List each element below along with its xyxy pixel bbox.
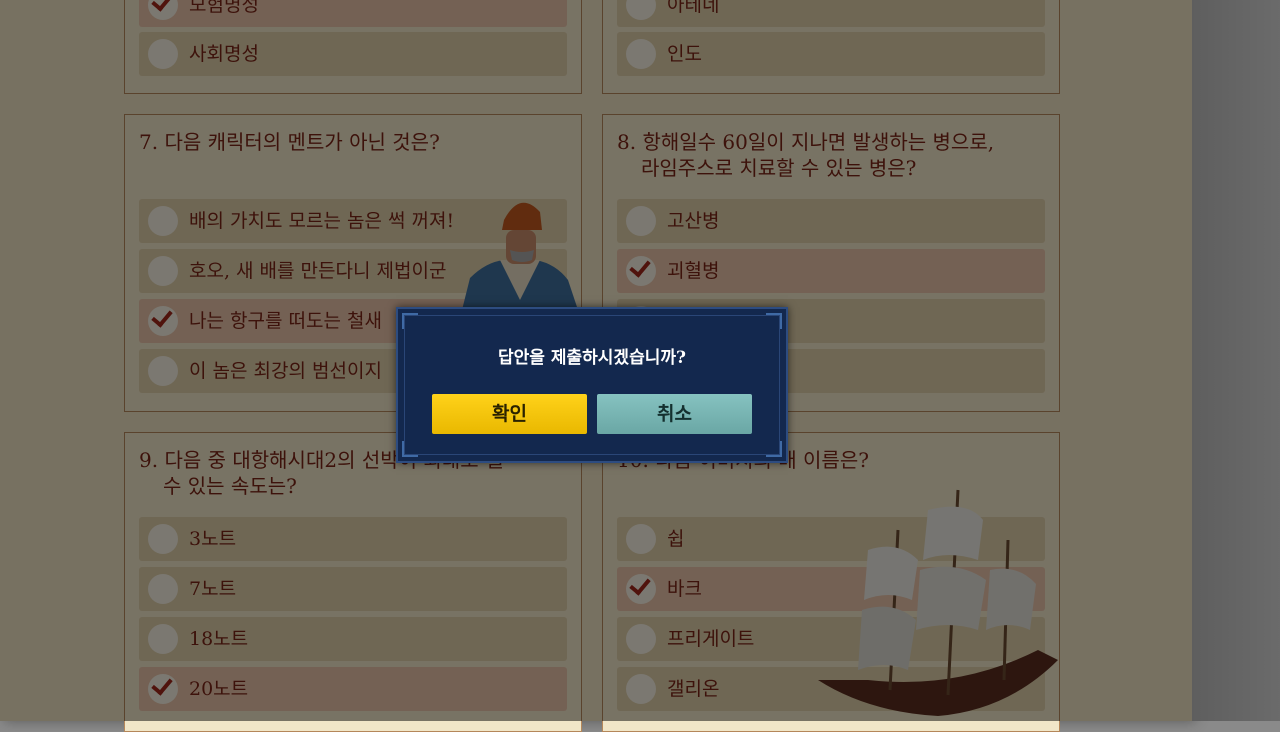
dialog-message: 답안을 제출하시겠습니까? <box>498 348 686 368</box>
dialog-corner-ornament <box>766 313 782 329</box>
confirm-button[interactable]: 확인 <box>432 394 587 434</box>
dialog-frame <box>404 315 780 455</box>
dialog-corner-ornament <box>766 441 782 457</box>
dialog-corner-ornament <box>402 313 418 329</box>
submit-confirm-dialog: 답안을 제출하시겠습니까? 확인 취소 <box>396 307 788 463</box>
cancel-button[interactable]: 취소 <box>597 394 752 434</box>
dialog-corner-ornament <box>402 441 418 457</box>
